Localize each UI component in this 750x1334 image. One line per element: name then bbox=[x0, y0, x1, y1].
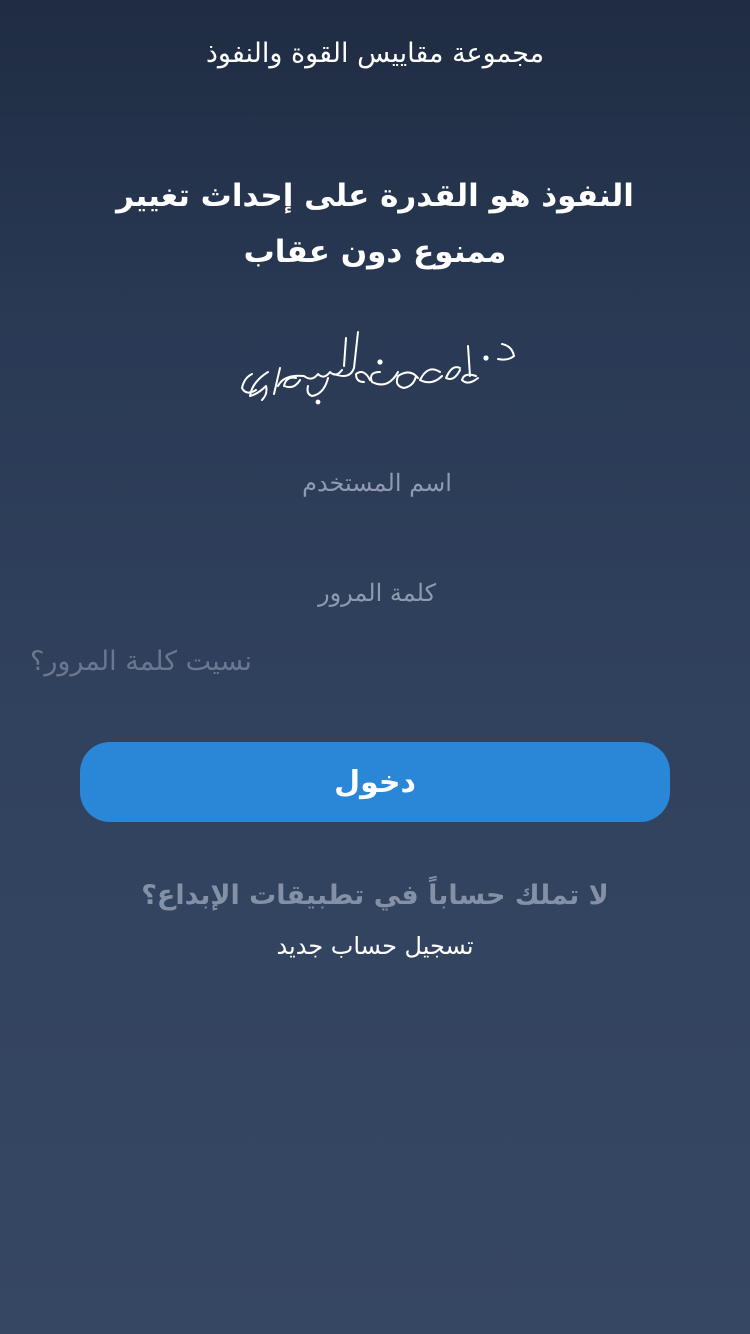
quote-line-2: ممنوع دون عقاب bbox=[243, 234, 507, 270]
forgot-password-link[interactable]: نسيت كلمة المرور؟ bbox=[30, 640, 270, 684]
no-account-text: لا تملك حساباً في تطبيقات الإبداع؟ bbox=[141, 880, 609, 911]
signature-image bbox=[241, 331, 515, 405]
login-button[interactable]: دخول bbox=[80, 742, 670, 822]
password-input[interactable] bbox=[80, 562, 674, 624]
register-link[interactable]: تسجيل حساب جديد bbox=[0, 924, 750, 968]
quote-text: النفوذ هو القدرة على إحداث تغيير ممنوع د… bbox=[75, 168, 675, 280]
quote-line-1: النفوذ هو القدرة على إحداث تغيير bbox=[116, 178, 634, 214]
app-title: مجموعة مقاييس القوة والنفوذ bbox=[205, 38, 545, 69]
username-input[interactable] bbox=[80, 452, 674, 514]
